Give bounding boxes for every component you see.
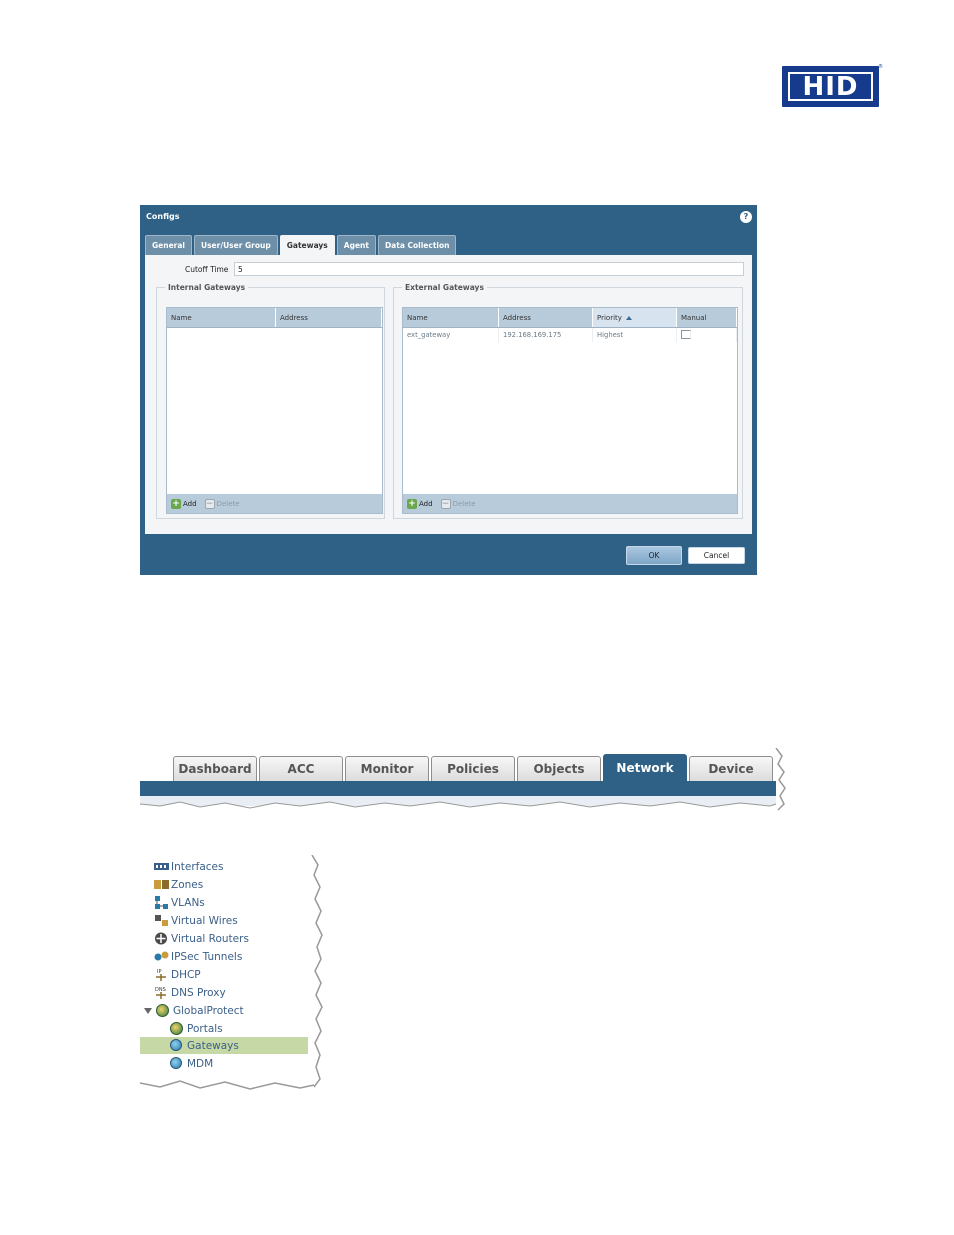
sort-ascending-icon: [625, 316, 632, 320]
add-button[interactable]: + Add: [407, 498, 433, 509]
internal-gateways-group: Internal Gateways Name Address + Add − D…: [156, 283, 385, 519]
add-button[interactable]: + Add: [171, 498, 197, 509]
table-header: Name Address: [167, 308, 382, 328]
delete-label: Delete: [216, 499, 240, 508]
torn-edge-decoration: [140, 748, 786, 814]
manual-checkbox[interactable]: [681, 330, 691, 339]
tab-gateways[interactable]: Gateways: [279, 235, 335, 255]
column-header-address[interactable]: Address: [276, 308, 382, 327]
priority-label: Priority: [597, 314, 622, 322]
tab-data-collection[interactable]: Data Collection: [377, 235, 457, 255]
hid-logo-text: HID: [802, 71, 859, 102]
add-label: Add: [183, 499, 197, 508]
registered-mark: ®: [878, 64, 883, 70]
column-header-name[interactable]: Name: [403, 308, 499, 327]
dialog-tabs: General User/User Group Gateways Agent D…: [145, 235, 457, 255]
cell-priority: Highest: [593, 328, 677, 342]
external-gateways-legend: External Gateways: [405, 283, 484, 292]
internal-gateways-legend: Internal Gateways: [168, 283, 246, 292]
cell-address: 192.168.169.175: [499, 328, 593, 342]
configs-dialog: Configs ? General User/User Group Gatewa…: [140, 205, 757, 575]
tab-general[interactable]: General: [145, 235, 192, 255]
help-icon[interactable]: ?: [740, 211, 752, 223]
column-header-priority[interactable]: Priority: [593, 308, 677, 327]
external-gateways-table: Name Address Priority Manual ext_gateway…: [402, 307, 738, 514]
internal-gateways-table: Name Address + Add − Delete: [166, 307, 383, 514]
minus-icon: −: [204, 498, 215, 509]
column-header-address[interactable]: Address: [499, 308, 593, 327]
dialog-title: Configs: [146, 212, 180, 221]
dialog-body: Cutoff Time Internal Gateways Name Addre…: [145, 255, 752, 534]
ok-button[interactable]: OK: [626, 546, 682, 565]
plus-icon: +: [407, 498, 417, 509]
hid-logo-frame: HID: [788, 72, 873, 101]
delete-button[interactable]: − Delete: [440, 498, 476, 509]
delete-label: Delete: [452, 499, 476, 508]
external-gateways-group: External Gateways Name Address Priority …: [393, 283, 743, 519]
column-header-manual[interactable]: Manual: [677, 308, 737, 327]
cancel-button[interactable]: Cancel: [688, 547, 745, 564]
delete-button[interactable]: − Delete: [204, 498, 240, 509]
table-toolbar: + Add − Delete: [403, 494, 737, 513]
cell-manual: [677, 328, 737, 342]
network-tree: Interfaces Zones VLANs Virtual Wires Vir…: [140, 855, 324, 1095]
cutoff-time-label: Cutoff Time: [185, 265, 229, 274]
tab-user-user-group[interactable]: User/User Group: [194, 235, 278, 255]
minus-icon: −: [440, 498, 451, 509]
tab-agent[interactable]: Agent: [336, 235, 376, 255]
plus-icon: +: [171, 498, 181, 509]
add-label: Add: [419, 499, 433, 508]
main-navigation: Dashboard ACC Monitor Policies Objects N…: [140, 748, 788, 814]
table-toolbar: + Add − Delete: [167, 494, 382, 513]
cutoff-time-input[interactable]: [234, 262, 744, 276]
column-header-name[interactable]: Name: [167, 308, 276, 327]
hid-logo: HID ®: [782, 64, 883, 107]
table-row[interactable]: ext_gateway 192.168.169.175 Highest: [403, 328, 737, 342]
cell-name[interactable]: ext_gateway: [403, 328, 499, 342]
table-header: Name Address Priority Manual: [403, 308, 737, 328]
tree-torn-edge: [140, 855, 323, 1090]
